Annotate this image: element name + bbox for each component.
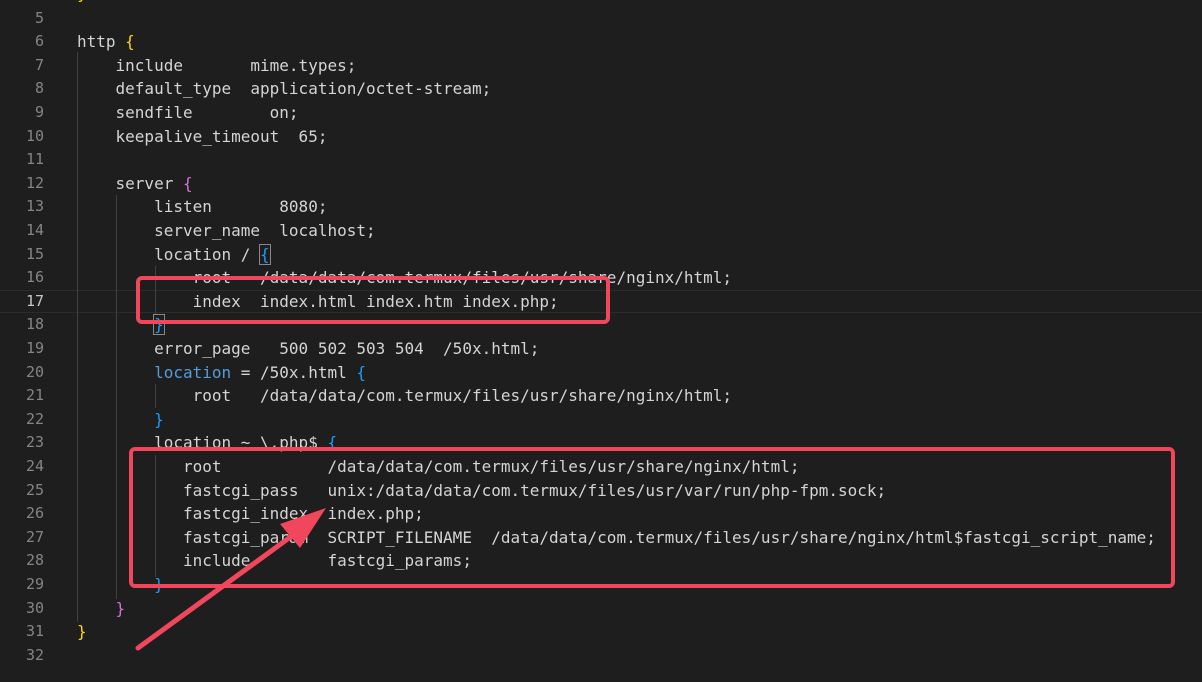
arrow-shaft xyxy=(135,527,303,651)
code-editor[interactable]: } 56http {7 include mime.types;8 default… xyxy=(0,0,1202,682)
annotation-arrow xyxy=(135,508,326,651)
